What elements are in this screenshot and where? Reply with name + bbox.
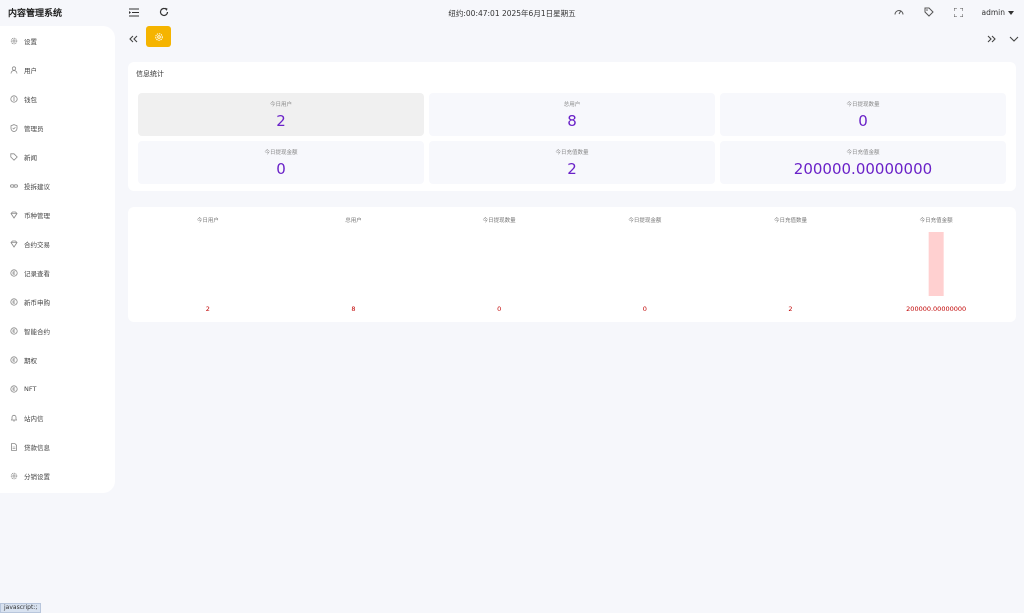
sidebar-item-label: 钱包 [24,96,37,104]
chart-value-label: 2 [206,305,210,313]
stat-label: 今日提现金额 [264,150,298,156]
sidebar-item-label: 分销设置 [24,473,50,481]
chart-category-label: 总用户 [345,216,362,224]
stat-label: 今日充值数量 [555,150,589,156]
user-menu[interactable]: admin [981,8,1014,17]
sidebar-item-currency[interactable]: 币种管理 [0,202,115,228]
sidebar-item-label: NFT [24,385,37,393]
sidebar: 设置 用户 钱包 管理员 新闻 投拆建议 币种管理 合约交易 记录查看 新币申购… [0,26,115,493]
sidebar-item-wallet[interactable]: 钱包 [0,86,115,112]
bar-chart: 今日用户 2 总用户 8 今日提现数量 0 今日提现金额 0 今日充值数量 2 今日充值金额 2000… [197,216,966,313]
dashboard-icon[interactable] [891,4,907,20]
stat-total-users[interactable]: 总用户 8 [429,93,715,136]
stat-today-withdraw-count[interactable]: 今日提现数量 0 [720,93,1006,136]
stat-label: 今日充值金额 [846,150,880,156]
sidebar-item-users[interactable]: 用户 [0,57,115,83]
chart-category-label: 今日提现金额 [628,216,662,224]
sidebar-item-label: 期权 [24,357,37,365]
sidebar-item-label: 管理员 [24,125,44,133]
stat-today-deposit-count[interactable]: 今日充值数量 2 [429,141,715,184]
stats-card-title: 信息统计 [136,70,164,78]
stat-value: 2 [567,160,577,178]
username: admin [981,8,1006,17]
stat-today-users[interactable]: 今日用户 2 [138,93,424,136]
stat-value: 0 [276,160,286,178]
diamond-icon [10,211,18,219]
chevron-down-icon[interactable] [1008,30,1020,42]
top-bar: 内容管理系统 纽约:00:47:01 2025年6月1日星期五 admin [0,0,1024,26]
sidebar-item-loans[interactable]: 贷款信息 [0,434,115,460]
home-gear-icon [154,32,163,41]
diamond-icon [10,240,18,248]
sidebar-item-label: 贷款信息 [24,444,50,452]
chart-category-label: 今日充值数量 [774,216,808,224]
sidebar-item-label: 币种管理 [24,212,50,220]
sidebar-item-news[interactable]: 新闻 [0,144,115,170]
chart-bar[interactable] [928,232,944,296]
sidebar-item-contract-trading[interactable]: 合约交易 [0,231,115,257]
sidebar-item-distribution-settings[interactable]: 分销设置 [0,463,115,489]
circle-e-icon [10,298,18,306]
sidebar-item-label: 记录查看 [24,270,50,278]
chart-value-label: 8 [351,305,355,313]
sidebar-item-label: 设置 [24,38,37,46]
sidebar-item-label: 新闻 [24,154,37,162]
sidebar-item-nft[interactable]: NFT [0,376,115,402]
chart-category-label: 今日用户 [197,216,219,224]
circle-e-icon [10,385,18,393]
sidebar-item-label: 智能合约 [24,328,50,336]
chart-value-label: 0 [497,305,501,313]
tag-icon[interactable] [921,4,937,20]
gear-icon [10,472,18,480]
sidebar-item-smart-contract[interactable]: 智能合约 [0,318,115,344]
stat-today-deposit-amount[interactable]: 今日充值金额 200000.00000000 [720,141,1006,184]
tab-home[interactable] [146,26,171,47]
stat-label: 今日用户 [269,102,292,108]
stat-value: 8 [567,112,577,130]
sidebar-item-records[interactable]: 记录查看 [0,260,115,286]
sidebar-item-label: 新币申购 [24,299,50,307]
sidebar-item-new-coin-subscription[interactable]: 新币申购 [0,289,115,315]
stat-value: 0 [858,112,868,130]
stats-card: 信息统计 今日用户 2 总用户 8 今日提现数量 0 今日提现金额 0 今日充值… [128,62,1016,191]
fullscreen-icon[interactable] [950,4,966,20]
scroll-tabs-right-icon[interactable] [986,30,998,43]
chart-category-label: 今日充值金额 [920,216,954,224]
gear-icon [10,37,18,45]
stat-label: 总用户 [563,102,581,108]
caret-down-icon [1008,10,1014,15]
sidebar-item-label: 站内信 [24,415,44,423]
sidebar-item-feedback[interactable]: 投拆建议 [0,173,115,199]
user-icon [10,66,18,74]
bell-icon [10,414,18,422]
circle-e-icon [10,269,18,277]
sidebar-item-messages[interactable]: 站内信 [0,405,115,431]
sidebar-item-admins[interactable]: 管理员 [0,115,115,141]
stat-value: 200000.00000000 [793,160,933,178]
link-icon [10,182,18,190]
sidebar-item-label: 用户 [24,67,37,75]
chart-card: 今日用户 2 总用户 8 今日提现数量 0 今日提现金额 0 今日充值数量 2 今日充值金额 2000… [128,207,1016,322]
circle-e-icon [10,356,18,364]
scroll-tabs-left-icon[interactable] [127,30,139,43]
circle-e-icon [10,327,18,335]
sidebar-item-options[interactable]: 期权 [0,347,115,373]
coin-icon [10,95,18,103]
tag-icon [10,153,18,161]
document-icon [10,443,18,451]
shield-icon [10,124,18,132]
chart-value-label: 0 [643,305,647,313]
stat-label: 今日提现数量 [846,102,880,108]
chart-value-label: 2 [788,305,792,313]
clock: 纽约:00:47:01 2025年6月1日星期五 [448,9,576,18]
chart-category-label: 今日提现数量 [483,216,517,224]
sidebar-item-label: 投拆建议 [24,183,50,191]
chart-value-label: 200000.00000000 [906,305,966,313]
status-bar-url: javascript:; [0,603,42,613]
sidebar-item-label: 合约交易 [24,241,50,249]
stat-value: 2 [276,112,286,130]
sidebar-item-settings[interactable]: 设置 [0,28,115,54]
stat-today-withdraw-amount[interactable]: 今日提现金额 0 [138,141,424,184]
